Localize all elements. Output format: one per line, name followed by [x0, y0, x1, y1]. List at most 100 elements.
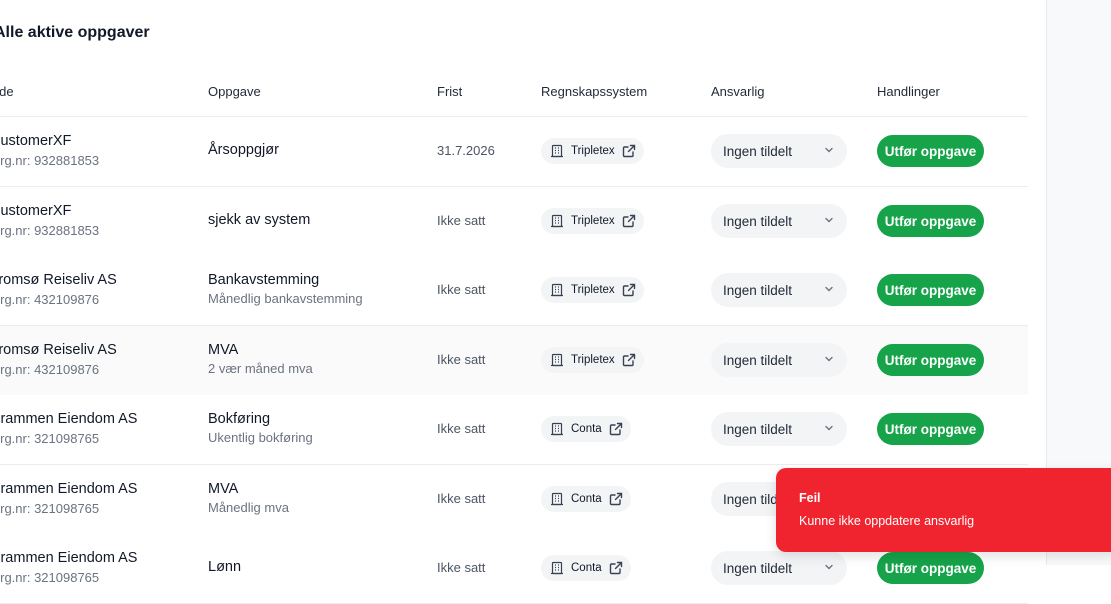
building-icon	[550, 353, 564, 367]
external-link-icon	[622, 144, 636, 158]
org-number: Org.nr: 932881853	[0, 223, 100, 238]
accounting-system-link[interactable]: Conta	[541, 486, 631, 512]
deadline: Ikke satt	[437, 282, 486, 297]
assignee-select[interactable]: Ingen tildelt	[711, 273, 847, 307]
assignee-select[interactable]: Ingen tildelt	[711, 134, 847, 168]
building-icon	[550, 422, 564, 436]
customer-name: Drammen Eiendom AS	[0, 481, 138, 497]
accounting-system-link[interactable]: Tripletex	[541, 347, 644, 373]
customer-name: CustomerXF	[0, 133, 72, 149]
assignee-value: Ingen tildelt	[723, 213, 793, 229]
customer-cell: CustomerXF Org.nr: 932881853	[0, 133, 99, 168]
task-cell: sjekk av system	[208, 212, 310, 228]
customer-cell: Drammen Eiendom AS Org.nr: 321098765	[0, 411, 137, 446]
accounting-system-link[interactable]: Conta	[541, 416, 631, 442]
accounting-system-link[interactable]: Tripletex	[541, 277, 644, 303]
table-row: CustomerXF Org.nr: 932881853 Årsoppgjør 31.…	[0, 117, 1028, 187]
table-row: Tromsø Reiseliv AS Org.nr: 432109876 Banka…	[0, 256, 1028, 326]
task-description: Ukentlig bokføring	[208, 430, 313, 445]
system-name: Conta	[571, 423, 602, 435]
system-name: Tripletex	[571, 215, 615, 227]
deadline: 31.7.2026	[437, 143, 495, 158]
task-title: Bankavstemming	[208, 272, 320, 288]
org-number: Org.nr: 432109876	[0, 362, 100, 377]
deadline: Ikke satt	[437, 213, 486, 228]
header-customer: Kunde	[0, 84, 14, 99]
deadline: Ikke satt	[437, 560, 486, 575]
external-link-icon	[622, 353, 636, 367]
customer-cell: Tromsø Reiseliv AS Org.nr: 432109876	[0, 342, 117, 377]
customer-cell: CustomerXF Org.nr: 932881853	[0, 203, 99, 238]
chevron-down-icon	[823, 422, 835, 437]
building-icon	[550, 492, 564, 506]
task-cell: Bankavstemming Månedlig bankavstemming	[208, 272, 363, 306]
org-number: Org.nr: 321098765	[0, 570, 100, 585]
task-title: Lønn	[208, 559, 242, 575]
assignee-value: Ingen tildelt	[723, 282, 793, 298]
chevron-down-icon	[823, 283, 835, 298]
perform-task-button[interactable]: Utfør oppgave	[877, 205, 984, 237]
building-icon	[550, 214, 564, 228]
org-number: Org.nr: 932881853	[0, 153, 100, 168]
table-row: Drammen Eiendom AS Org.nr: 321098765 Bokfø…	[0, 395, 1028, 465]
accounting-system-link[interactable]: Tripletex	[541, 138, 644, 164]
header-system: Regnskapssystem	[541, 84, 648, 99]
accounting-system-link[interactable]: Tripletex	[541, 208, 644, 234]
building-icon	[550, 283, 564, 297]
system-name: Conta	[571, 493, 602, 505]
task-cell: MVA Månedlig mva	[208, 481, 289, 515]
customer-name: CustomerXF	[0, 203, 72, 219]
system-name: Conta	[571, 562, 602, 574]
customer-cell: Drammen Eiendom AS Org.nr: 321098765	[0, 481, 137, 516]
system-name: Tripletex	[571, 284, 615, 296]
header-deadline: Frist	[437, 84, 463, 99]
external-link-icon	[609, 561, 623, 575]
org-number: Org.nr: 321098765	[0, 431, 100, 446]
task-cell: Bokføring Ukentlig bokføring	[208, 411, 313, 445]
chevron-down-icon	[823, 214, 835, 229]
assignee-value: Ingen tildelt	[723, 352, 793, 368]
system-name: Tripletex	[571, 354, 615, 366]
header-task: Oppgave	[208, 84, 261, 99]
task-cell: Årsoppgjør	[208, 142, 279, 158]
building-icon	[550, 144, 564, 158]
perform-task-button[interactable]: Utfør oppgave	[877, 274, 984, 306]
header-actions: Handlinger	[877, 84, 940, 99]
accounting-system-link[interactable]: Conta	[541, 555, 631, 581]
external-link-icon	[609, 422, 623, 436]
table-row: CustomerXF Org.nr: 932881853 sjekk av syst…	[0, 187, 1028, 257]
assignee-value: Ingen tildelt	[723, 421, 793, 437]
external-link-icon	[609, 492, 623, 506]
header-assignee: Ansvarlig	[711, 84, 765, 99]
assignee-select[interactable]: Ingen tildelt	[711, 204, 847, 238]
org-number: Org.nr: 432109876	[0, 292, 100, 307]
task-title: MVA	[208, 481, 239, 497]
assignee-select[interactable]: Ingen tildelt	[711, 343, 847, 377]
customer-name: Drammen Eiendom AS	[0, 411, 138, 427]
error-toast[interactable]: Feil Kunne ikke oppdatere ansvarlig	[776, 468, 1111, 552]
customer-name: Tromsø Reiseliv AS	[0, 342, 117, 358]
assignee-select[interactable]: Ingen tildelt	[711, 551, 847, 585]
customer-name: Tromsø Reiseliv AS	[0, 272, 117, 288]
assignee-select[interactable]: Ingen tildelt	[711, 412, 847, 446]
customer-cell: Tromsø Reiseliv AS Org.nr: 432109876	[0, 272, 117, 307]
task-description: Månedlig mva	[208, 500, 289, 515]
perform-task-button[interactable]: Utfør oppgave	[877, 135, 984, 167]
customer-cell: Drammen Eiendom AS Org.nr: 321098765	[0, 550, 137, 585]
toast-message: Kunne ikke oppdatere ansvarlig	[799, 514, 975, 528]
perform-task-button[interactable]: Utfør oppgave	[877, 413, 984, 445]
assignee-value: Ingen tildelt	[723, 560, 793, 576]
deadline: Ikke satt	[437, 491, 486, 506]
chevron-down-icon	[823, 353, 835, 368]
customer-name: Drammen Eiendom AS	[0, 550, 138, 566]
task-cell: Lønn	[208, 559, 241, 575]
perform-task-button[interactable]: Utfør oppgave	[877, 344, 984, 376]
toast-title: Feil	[799, 491, 821, 505]
page-title: Alle aktive oppgaver	[0, 24, 150, 41]
task-description: 2 vær måned mva	[208, 361, 313, 376]
deadline: Ikke satt	[437, 421, 486, 436]
perform-task-button[interactable]: Utfør oppgave	[877, 552, 984, 584]
chevron-down-icon	[823, 144, 835, 159]
task-cell: MVA 2 vær måned mva	[208, 342, 313, 376]
table-row: Tromsø Reiseliv AS Org.nr: 432109876 MVA 2 …	[0, 326, 1028, 396]
